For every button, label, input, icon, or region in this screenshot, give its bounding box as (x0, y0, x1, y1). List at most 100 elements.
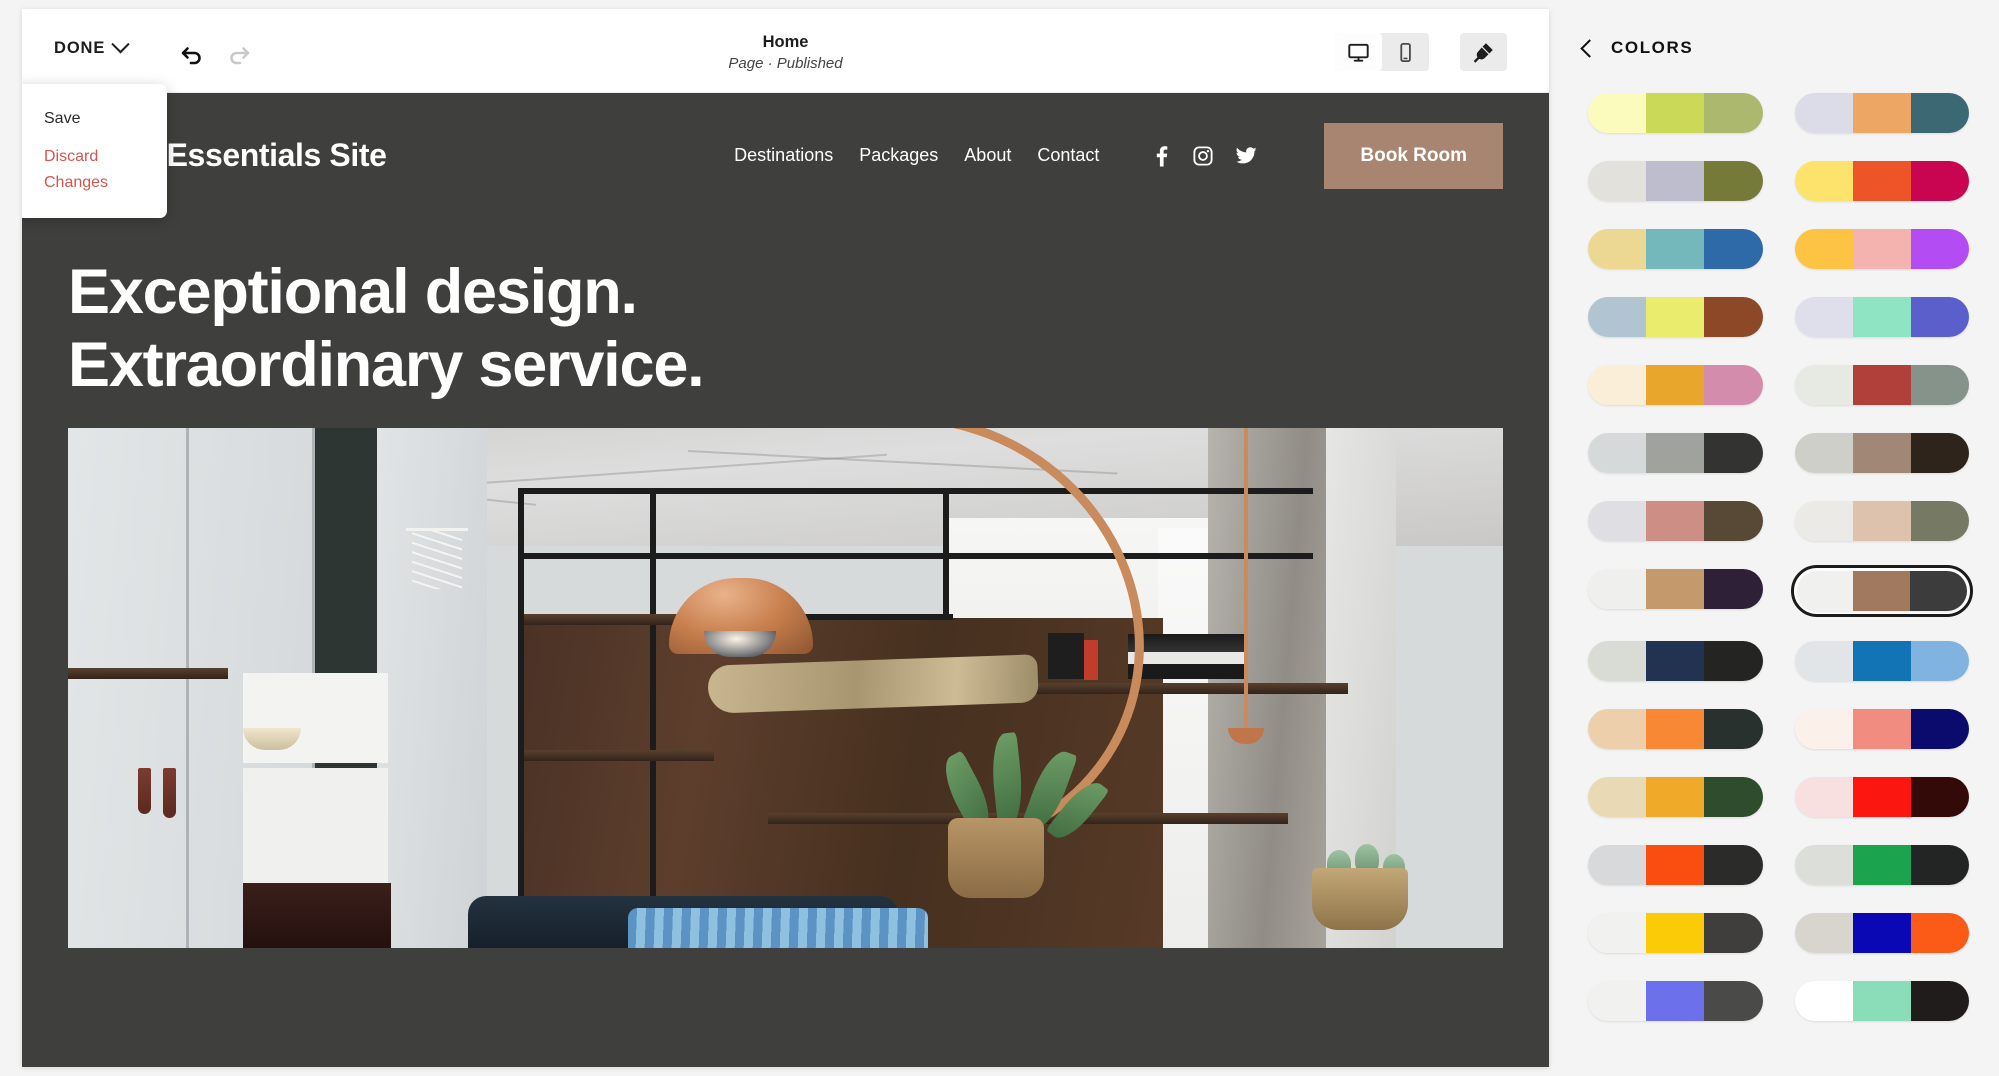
color-swatch-segment (1852, 777, 1911, 817)
color-swatch-segment (1910, 297, 1969, 337)
color-swatch-segment (1910, 845, 1969, 885)
color-swatch-segment (1910, 365, 1969, 405)
color-swatch[interactable] (1794, 845, 1969, 885)
mobile-preview-button[interactable] (1382, 33, 1429, 71)
color-swatch-segment (1588, 913, 1647, 953)
color-swatch[interactable] (1588, 93, 1763, 133)
nav-link-packages[interactable]: Packages (859, 145, 938, 166)
colors-panel-header[interactable]: COLORS (1558, 0, 1999, 58)
color-swatch[interactable] (1588, 709, 1763, 749)
done-button[interactable]: DONE (54, 35, 130, 58)
undo-button[interactable] (172, 33, 212, 73)
social-icon-group (1151, 145, 1258, 167)
color-swatch-segment (1852, 709, 1911, 749)
color-swatch-wrapper (1791, 157, 1974, 205)
color-swatch[interactable] (1794, 981, 1969, 1021)
color-swatch-segment (1794, 641, 1853, 681)
color-swatch-segment (1588, 365, 1647, 405)
color-swatch[interactable] (1588, 641, 1763, 681)
color-swatch[interactable] (1796, 571, 1968, 611)
color-swatch-segment (1796, 571, 1854, 611)
color-swatch-segment (1646, 569, 1705, 609)
chevron-left-icon[interactable] (1580, 38, 1599, 58)
color-swatch-segment (1588, 93, 1647, 133)
menu-item-save[interactable]: Save (22, 100, 167, 138)
twitter-icon[interactable] (1235, 145, 1258, 167)
color-swatch[interactable] (1588, 845, 1763, 885)
facebook-icon[interactable] (1151, 145, 1171, 167)
color-swatch-segment (1910, 229, 1969, 269)
color-swatch[interactable] (1588, 365, 1763, 405)
color-swatch-segment (1646, 981, 1705, 1021)
color-swatch[interactable] (1588, 433, 1763, 473)
nav-link-destinations[interactable]: Destinations (734, 145, 833, 166)
nav-link-about[interactable]: About (964, 145, 1011, 166)
hero-headline-line-2: Extraordinary service. (68, 330, 705, 401)
color-swatch[interactable] (1794, 641, 1969, 681)
color-swatch-wrapper (1791, 89, 1974, 137)
color-swatch[interactable] (1588, 161, 1763, 201)
color-swatch-segment (1646, 297, 1705, 337)
color-swatch-segment (1794, 161, 1853, 201)
color-swatch[interactable] (1794, 229, 1969, 269)
color-swatch[interactable] (1794, 501, 1969, 541)
site-header: Travel Essentials Site Destinations Pack… (22, 93, 1549, 218)
nav-link-contact[interactable]: Contact (1037, 145, 1099, 166)
site-preview-canvas: Travel Essentials Site Destinations Pack… (22, 93, 1549, 1067)
device-preview-toggle (1335, 33, 1429, 71)
instagram-icon[interactable] (1192, 145, 1214, 167)
hero-image[interactable] (68, 428, 1503, 949)
color-swatch[interactable] (1794, 433, 1969, 473)
color-swatch[interactable] (1588, 981, 1763, 1021)
color-swatch-segment (1794, 365, 1853, 405)
photo-plant-pot (948, 818, 1044, 899)
photo-shelf-base (243, 883, 391, 949)
mobile-phone-icon (1400, 42, 1411, 62)
color-swatch-segment (1704, 93, 1763, 133)
photo-wall-hook (138, 768, 151, 815)
color-swatch[interactable] (1588, 297, 1763, 337)
desktop-preview-button[interactable] (1335, 33, 1382, 71)
color-swatch[interactable] (1588, 913, 1763, 953)
color-swatch[interactable] (1794, 161, 1969, 201)
color-swatch-segment (1704, 777, 1763, 817)
color-swatch[interactable] (1794, 297, 1969, 337)
color-swatch-segment (1646, 365, 1705, 405)
photo-book (1128, 664, 1246, 680)
color-swatch-wrapper (1791, 909, 1974, 957)
color-swatch-segment (1646, 433, 1705, 473)
color-swatch-segment (1646, 777, 1705, 817)
color-swatch[interactable] (1794, 777, 1969, 817)
book-room-button[interactable]: Book Room (1324, 122, 1503, 189)
color-swatch-segment (1852, 365, 1911, 405)
color-swatch-segment (1794, 229, 1853, 269)
color-swatch-segment (1704, 569, 1763, 609)
photo-door-panel (377, 428, 487, 949)
undo-arrow-icon (181, 47, 201, 65)
color-swatch[interactable] (1588, 501, 1763, 541)
color-swatch[interactable] (1588, 569, 1763, 609)
color-swatch-segment (1852, 433, 1911, 473)
color-swatch-segment (1794, 981, 1853, 1021)
color-swatch[interactable] (1588, 229, 1763, 269)
color-swatch-segment (1704, 709, 1763, 749)
color-swatch-segment (1588, 709, 1647, 749)
color-swatch[interactable] (1794, 365, 1969, 405)
color-swatch[interactable] (1794, 93, 1969, 133)
color-swatch-segment (1588, 501, 1647, 541)
color-swatch-wrapper (1584, 293, 1767, 341)
site-navigation: Destinations Packages About Contact Book… (734, 122, 1503, 189)
color-swatch-segment (1852, 641, 1911, 681)
color-swatch-segment (1852, 981, 1911, 1021)
color-swatch-segment (1704, 297, 1763, 337)
color-swatch-segment (1852, 297, 1911, 337)
color-swatch-segment (1704, 433, 1763, 473)
theme-paintbrush-button[interactable] (1460, 33, 1507, 71)
color-swatch[interactable] (1794, 913, 1969, 953)
color-swatch[interactable] (1588, 777, 1763, 817)
paintbrush-icon (1473, 42, 1493, 63)
color-swatch[interactable] (1794, 709, 1969, 749)
photo-shelf-niche (243, 768, 388, 889)
photo-wall-hook (163, 768, 176, 819)
menu-item-discard-changes[interactable]: Discard Changes (22, 138, 167, 202)
